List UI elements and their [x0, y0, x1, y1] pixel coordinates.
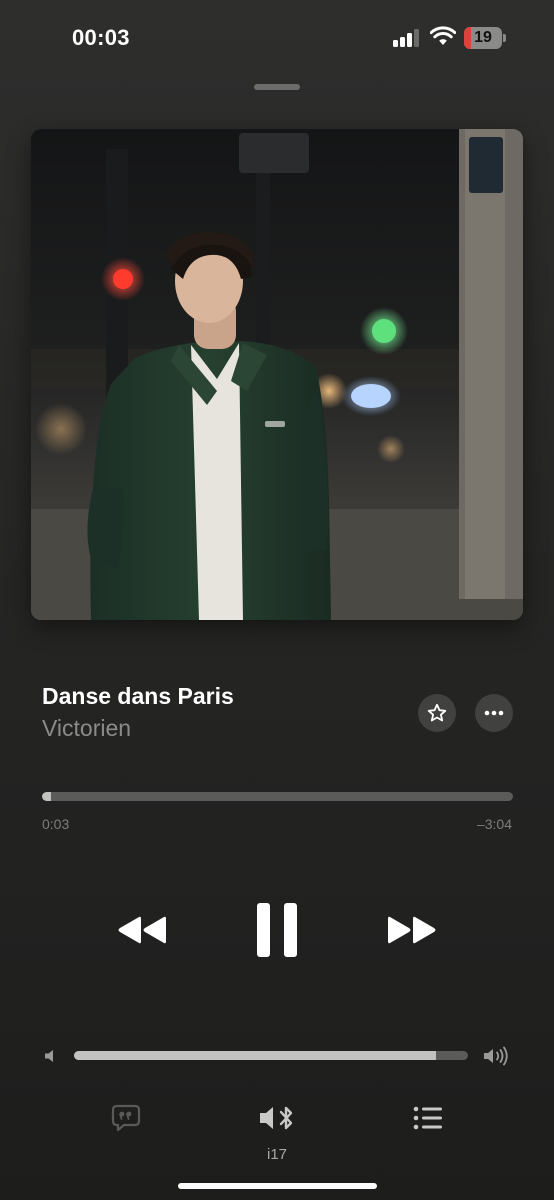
lyrics-button[interactable]	[110, 1102, 142, 1134]
pause-button[interactable]	[250, 900, 304, 960]
output-device-label: i17	[266, 1146, 288, 1163]
cellular-signal-icon	[393, 29, 421, 47]
playback-scrubber[interactable]	[42, 792, 513, 801]
sheet-grabber[interactable]	[254, 84, 300, 90]
elapsed-time: 0:03	[42, 816, 70, 832]
battery-icon: 19	[464, 27, 506, 49]
queue-button[interactable]	[412, 1104, 444, 1132]
volume-level-fill	[74, 1051, 437, 1060]
volume-high-icon	[482, 1045, 512, 1067]
backward-icon	[118, 916, 166, 944]
ellipsis-icon	[484, 710, 504, 716]
more-options-button[interactable]	[475, 694, 513, 732]
list-icon	[413, 1106, 442, 1130]
volume-low-icon	[42, 1047, 60, 1065]
lyrics-quote-icon	[111, 1104, 141, 1132]
wifi-icon	[429, 26, 457, 46]
home-indicator[interactable]	[178, 1183, 377, 1189]
next-track-button[interactable]	[380, 907, 448, 953]
battery-level: 19	[474, 29, 492, 46]
speaker-bluetooth-icon	[260, 1106, 293, 1130]
previous-track-button[interactable]	[106, 907, 174, 953]
status-bar: 00:03 19	[0, 0, 554, 76]
favorite-button[interactable]	[418, 694, 456, 732]
remaining-time: –3:04	[476, 816, 512, 832]
forward-icon	[388, 916, 436, 944]
volume-slider[interactable]	[74, 1051, 468, 1060]
pause-icon	[257, 903, 297, 957]
star-icon	[427, 703, 447, 722]
track-artist[interactable]: Victorien	[42, 715, 131, 742]
status-time: 00:03	[72, 25, 130, 50]
audio-output-button[interactable]	[258, 1102, 298, 1134]
playback-progress-fill	[42, 792, 52, 801]
track-title[interactable]: Danse dans Paris	[42, 683, 234, 710]
album-artwork	[31, 129, 523, 620]
